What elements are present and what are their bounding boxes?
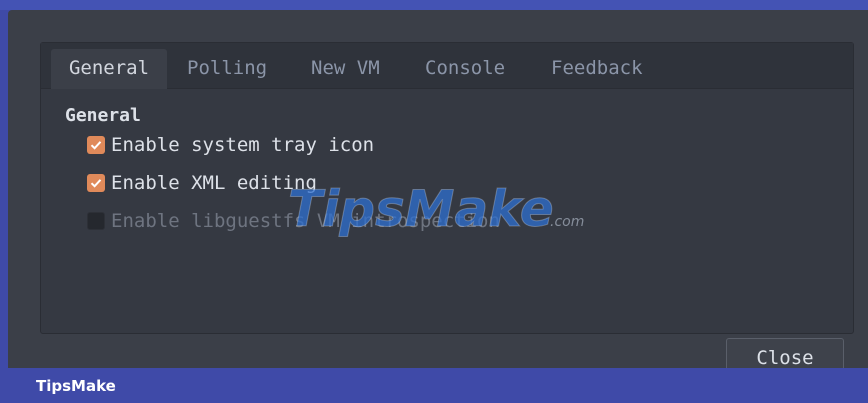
tab-general[interactable]: General (51, 49, 167, 89)
option-libguestfs: Enable libguestfs VM introspection (87, 209, 500, 233)
option-label: Enable libguestfs VM introspection (111, 210, 500, 232)
tab-panel: General Polling New VM Console Feedback … (40, 42, 854, 334)
option-xml-editing[interactable]: Enable XML editing (87, 171, 317, 195)
checkbox-libguestfs (87, 212, 105, 230)
option-system-tray[interactable]: Enable system tray icon (87, 133, 374, 157)
tab-bar: General Polling New VM Console Feedback (41, 43, 853, 89)
section-title: General (65, 105, 141, 126)
checkbox-xml-editing[interactable] (87, 174, 105, 192)
check-icon (90, 141, 102, 150)
tab-polling[interactable]: Polling (187, 49, 267, 87)
tab-console[interactable]: Console (425, 49, 505, 87)
tab-feedback[interactable]: Feedback (551, 49, 643, 87)
option-label: Enable system tray icon (111, 134, 375, 156)
top-strip (0, 0, 868, 10)
tab-new-vm[interactable]: New VM (311, 49, 380, 87)
checkbox-system-tray[interactable] (87, 136, 105, 154)
option-label: Enable XML editing (111, 172, 317, 194)
footer-banner: TipsMake (0, 368, 868, 403)
check-icon (90, 179, 102, 188)
footer-brand-label: TipsMake (36, 377, 116, 395)
preferences-dialog: General Polling New VM Console Feedback … (8, 10, 868, 378)
